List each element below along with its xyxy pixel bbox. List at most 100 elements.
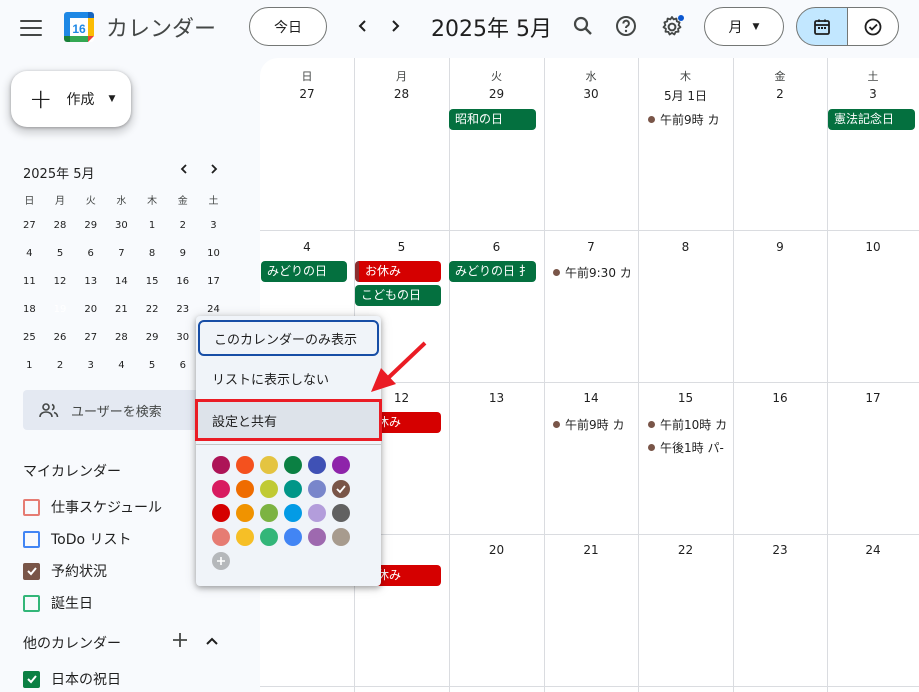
mini-next-button[interactable] (208, 163, 220, 179)
calendar-logo-icon[interactable]: 16 (63, 11, 95, 43)
color-swatch[interactable] (308, 528, 326, 546)
event-chip[interactable]: こどもの日 (355, 285, 441, 306)
calendar-view-toggle[interactable] (796, 7, 848, 46)
event-chip[interactable]: 休み (375, 565, 441, 586)
timed-event[interactable]: 午後1時 パ- (648, 439, 728, 456)
mini-day-selected[interactable]: 1 (137, 214, 168, 238)
color-swatch[interactable] (284, 456, 302, 474)
mini-day[interactable]: 17 (198, 270, 229, 294)
create-button[interactable]: + 作成 ▼ (11, 71, 131, 127)
mini-day[interactable]: 27 (75, 326, 106, 350)
day-number[interactable]: 27 (260, 87, 354, 101)
mini-day[interactable]: 4 (14, 242, 45, 266)
calendar-item[interactable]: 仕事スケジュール (23, 497, 162, 517)
menu-item-hide-from-list[interactable]: リストに表示しない (196, 358, 381, 398)
tasks-view-toggle[interactable] (847, 7, 899, 46)
color-swatch[interactable] (212, 528, 230, 546)
event-chip[interactable]: みどりの日 (261, 261, 347, 282)
mini-day[interactable]: 27 (14, 214, 45, 238)
checkbox-checked[interactable] (23, 670, 40, 688)
color-swatch[interactable] (260, 456, 278, 474)
mini-day[interactable]: 30 (167, 326, 198, 350)
timed-event[interactable]: 午前9時 カ (553, 416, 633, 433)
color-swatch[interactable] (308, 480, 326, 498)
collapse-button[interactable] (204, 633, 220, 653)
color-swatch[interactable] (212, 504, 230, 522)
color-swatch[interactable] (260, 528, 278, 546)
mini-day[interactable]: 16 (167, 270, 198, 294)
mini-day[interactable]: 6 (167, 354, 198, 378)
mini-day[interactable]: 23 (167, 298, 198, 322)
day-number[interactable]: 24 (827, 543, 919, 557)
calendar-item[interactable]: ToDo リスト (23, 529, 132, 549)
color-swatch[interactable] (236, 456, 254, 474)
mini-day[interactable]: 10 (198, 242, 229, 266)
calendar-item[interactable]: 誕生日 (23, 593, 93, 613)
day-number[interactable]: 7 (544, 240, 638, 254)
mini-day-today[interactable]: 19 (45, 298, 76, 322)
mini-day[interactable]: 18 (14, 298, 45, 322)
mini-day[interactable]: 13 (75, 270, 106, 294)
day-number-today[interactable]: 19 (389, 539, 413, 563)
mini-day[interactable]: 30 (106, 214, 137, 238)
mini-day[interactable]: 2 (45, 354, 76, 378)
mini-day[interactable]: 21 (106, 298, 137, 322)
mini-day[interactable]: 20 (75, 298, 106, 322)
mini-day[interactable]: 25 (14, 326, 45, 350)
timed-event[interactable]: 午前9時 カ (648, 111, 728, 128)
next-month-button[interactable] (383, 14, 407, 38)
calendar-item[interactable]: 日本の祝日 (23, 669, 121, 689)
mini-day[interactable]: 22 (137, 298, 168, 322)
day-number[interactable]: 16 (733, 391, 827, 405)
mini-day[interactable]: 2 (167, 214, 198, 238)
mini-day[interactable]: 28 (45, 214, 76, 238)
mini-day[interactable]: 9 (167, 242, 198, 266)
color-swatch[interactable] (308, 504, 326, 522)
checkbox-unchecked[interactable] (23, 594, 40, 612)
view-selector-dropdown[interactable]: 月 ▼ (704, 7, 784, 46)
mini-day[interactable]: 4 (106, 354, 137, 378)
mini-prev-button[interactable] (178, 163, 190, 179)
mini-day[interactable]: 15 (137, 270, 168, 294)
mini-day[interactable]: 5 (45, 242, 76, 266)
color-swatch[interactable] (308, 456, 326, 474)
day-number[interactable]: 10 (827, 240, 919, 254)
main-menu-icon[interactable] (20, 17, 42, 37)
my-calendars-title[interactable]: マイカレンダー (23, 461, 121, 481)
mini-day[interactable]: 8 (137, 242, 168, 266)
color-swatch[interactable] (284, 528, 302, 546)
mini-day[interactable]: 29 (75, 214, 106, 238)
mini-day[interactable]: 11 (14, 270, 45, 294)
add-calendar-button[interactable] (171, 631, 189, 653)
day-number[interactable]: 5 (354, 240, 449, 254)
mini-day[interactable]: 14 (106, 270, 137, 294)
day-number[interactable]: 9 (733, 240, 827, 254)
mini-day[interactable]: 5 (137, 354, 168, 378)
event-chip[interactable]: みどりの日 扌 (449, 261, 536, 282)
mini-day[interactable]: 28 (106, 326, 137, 350)
mini-day[interactable]: 3 (198, 214, 229, 238)
mini-day[interactable]: 29 (137, 326, 168, 350)
color-swatch[interactable] (332, 504, 350, 522)
day-number[interactable]: 6 (449, 240, 544, 254)
calendar-item[interactable]: 予約状況 (23, 561, 107, 581)
event-chip[interactable]: 昭和の日 (449, 109, 536, 130)
today-button[interactable]: 今日 (249, 7, 327, 46)
color-swatch[interactable] (236, 504, 254, 522)
day-number[interactable]: 4 (260, 240, 354, 254)
mini-day[interactable]: 3 (75, 354, 106, 378)
day-number[interactable]: 23 (733, 543, 827, 557)
mini-day[interactable]: 7 (106, 242, 137, 266)
timed-event[interactable]: 午前10時 カ (648, 416, 728, 433)
settings-button[interactable] (660, 14, 684, 38)
color-swatch[interactable] (284, 504, 302, 522)
user-search-input[interactable]: ユーザーを検索 (23, 390, 203, 430)
day-number[interactable]: 22 (638, 543, 733, 557)
event-chip[interactable]: 休み (375, 412, 441, 433)
event-chip[interactable]: お休み (355, 261, 441, 282)
day-number[interactable]: 28 (354, 87, 449, 101)
mini-day[interactable]: 12 (45, 270, 76, 294)
checkbox-unchecked[interactable] (23, 498, 40, 516)
day-number[interactable]: 13 (449, 391, 544, 405)
color-swatch[interactable] (332, 528, 350, 546)
